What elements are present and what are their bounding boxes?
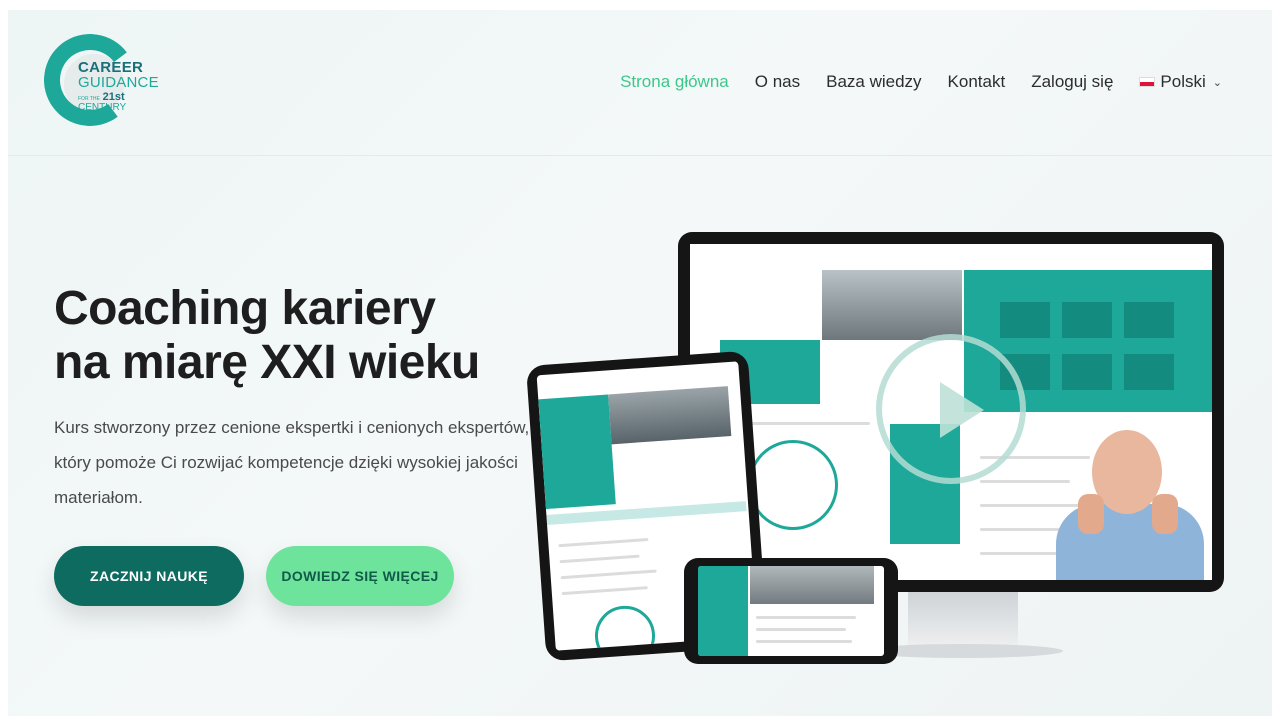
start-learning-button[interactable]: ZACZNIJ NAUKĘ [54,546,244,606]
nav-home[interactable]: Strona główna [620,72,729,92]
monitor-stand [908,592,1018,648]
learn-more-button[interactable]: DOWIEDZ SIĘ WIĘCEJ [266,546,454,606]
text-line [756,628,846,631]
city-photo [822,270,962,340]
thumbs-up-icon [1078,494,1104,534]
target-tile-icon [1062,302,1112,338]
logo-century-label: CENTURY [78,102,127,113]
site-header: CAREER GUIDANCE FOR THE 21st CENTURY Str… [8,10,1272,156]
page: CAREER GUIDANCE FOR THE 21st CENTURY Str… [8,10,1272,716]
logo-century: FOR THE 21st CENTURY [78,92,174,113]
phone-mockup [684,558,898,664]
text-line [561,586,648,596]
phone-teal-sidebar [698,566,748,656]
thumbs-up-icon [1152,494,1178,534]
hero-title-line1: Coaching kariery [54,282,436,335]
hero-title: Coaching kariery na miarę XXI wieku [54,282,574,390]
text-line [559,554,640,564]
tablet-diagram [592,603,658,651]
text-line [756,640,852,643]
monitor-screen [690,244,1212,580]
chart-tile-icon [1062,354,1112,390]
text-line [756,616,856,619]
poland-flag-icon [1139,77,1156,87]
main-nav: Strona główna O nas Baza wiedzy Kontakt … [620,72,1222,92]
nav-knowledge-base[interactable]: Baza wiedzy [826,72,921,92]
play-icon[interactable] [876,334,1026,484]
text-line [560,569,657,580]
search-tile-icon [1124,302,1174,338]
hero-title-line2: na miarę XXI wieku [54,336,480,389]
chevron-down-icon: ⌄ [1212,76,1222,89]
tablet-teal-panel [538,394,616,510]
language-selector[interactable]: Polski ⌄ [1139,72,1222,92]
logo[interactable]: CAREER GUIDANCE FOR THE 21st CENTURY [38,28,174,132]
skills-diagram [748,440,838,530]
warning-tile-icon [1000,302,1050,338]
logo-text: CAREER GUIDANCE FOR THE 21st CENTURY [78,60,174,113]
tablet-photo [608,386,732,445]
phone-screen [698,566,884,656]
play-triangle [940,382,984,438]
nav-login[interactable]: Zaloguj się [1031,72,1113,92]
logo-career: CAREER [78,59,144,76]
heart-tile-icon [1124,354,1174,390]
presenter-photo [1050,430,1210,580]
language-label: Polski [1160,72,1206,91]
hero-description: Kurs stworzony przez cenione ekspertki i… [54,418,530,507]
phone-photo [750,566,874,604]
nav-contact[interactable]: Kontakt [948,72,1006,92]
logo-guidance: GUIDANCE [78,74,159,91]
text-line [558,537,649,548]
nav-about[interactable]: O nas [755,72,800,92]
text-line [980,528,1060,531]
